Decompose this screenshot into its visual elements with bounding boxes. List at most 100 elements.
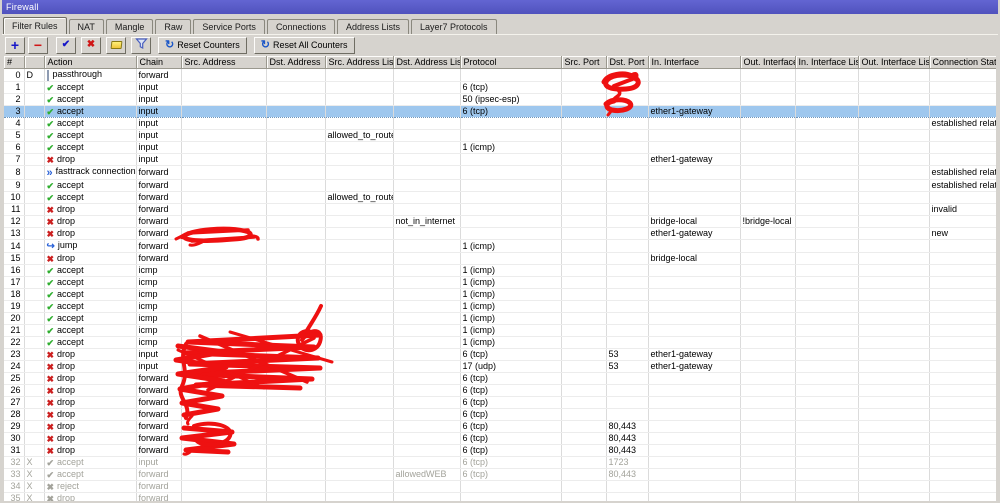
- add-button[interactable]: +: [5, 37, 25, 54]
- table-row[interactable]: 3✔acceptinput6 (tcp)ether1-gateway: [4, 105, 996, 117]
- cell-dstlist: [393, 191, 460, 203]
- tab-raw[interactable]: Raw: [155, 19, 191, 34]
- cell-connstate: [929, 384, 996, 396]
- table-row[interactable]: 1✔acceptinput6 (tcp): [4, 81, 996, 93]
- table-row[interactable]: 30✖dropforward6 (tcp)80,443: [4, 432, 996, 444]
- table-row[interactable]: 28✖dropforward6 (tcp): [4, 408, 996, 420]
- table-row[interactable]: 16✔accepticmp1 (icmp): [4, 264, 996, 276]
- cell-outiflist: [858, 179, 929, 191]
- column-header-action[interactable]: Action: [44, 56, 136, 68]
- reset-all-counters-button[interactable]: ↻ Reset All Counters: [254, 37, 355, 54]
- cell-dst: [266, 288, 325, 300]
- column-header-src-port[interactable]: Src. Port: [561, 56, 606, 68]
- disable-button[interactable]: ✖: [81, 37, 101, 54]
- cell-iniflist: [795, 324, 858, 336]
- column-header-dst-port[interactable]: Dst. Port: [606, 56, 648, 68]
- cell-dstlist: [393, 300, 460, 312]
- tab-filter-rules[interactable]: Filter Rules: [3, 17, 67, 34]
- cell-srcport: [561, 117, 606, 129]
- table-row[interactable]: 13✖dropforwardether1-gatewaynew: [4, 227, 996, 239]
- table-row[interactable]: 35X✖dropforward: [4, 492, 996, 501]
- cell-flag: [24, 141, 44, 153]
- table-row[interactable]: 0Dpassthroughforward: [4, 68, 996, 81]
- cell-inif: [648, 203, 740, 215]
- column-header-src-address-list[interactable]: Src. Address List: [325, 56, 393, 68]
- table-row[interactable]: 9✔acceptforwardestablished related: [4, 179, 996, 191]
- cell-connstate: established related: [929, 165, 996, 179]
- table-row[interactable]: 4✔acceptinputestablished related: [4, 117, 996, 129]
- cell-outiflist: [858, 165, 929, 179]
- cell-chain: input: [136, 153, 181, 165]
- cell-num: 8: [4, 165, 24, 179]
- cell-inif: [648, 165, 740, 179]
- firewall-rules-table: #ActionChainSrc. AddressDst. AddressSrc.…: [4, 56, 996, 501]
- table-row[interactable]: 17✔accepticmp1 (icmp): [4, 276, 996, 288]
- table-row[interactable]: 11✖dropforwardinvalid: [4, 203, 996, 215]
- table-row[interactable]: 33X✔acceptforwardallowedWEB6 (tcp)80,443: [4, 468, 996, 480]
- cell-dstlist: [393, 396, 460, 408]
- cell-proto: 1 (icmp): [460, 300, 561, 312]
- column-header-protocol[interactable]: Protocol: [460, 56, 561, 68]
- cell-outiflist: [858, 153, 929, 165]
- column-header-[interactable]: #: [4, 56, 24, 68]
- table-row[interactable]: 23✖dropinput6 (tcp)53ether1-gateway: [4, 348, 996, 360]
- cell-inif: [648, 432, 740, 444]
- remove-button[interactable]: −: [28, 37, 48, 54]
- cell-chain: forward: [136, 480, 181, 492]
- table-row[interactable]: 26✖dropforward6 (tcp): [4, 384, 996, 396]
- table-row[interactable]: 8»fasttrack connectionforwardestablished…: [4, 165, 996, 179]
- column-header-flag[interactable]: [24, 56, 44, 68]
- table-row[interactable]: 27✖dropforward6 (tcp): [4, 396, 996, 408]
- column-header-chain[interactable]: Chain: [136, 56, 181, 68]
- cell-outif: [740, 468, 795, 480]
- cell-dstport: [606, 117, 648, 129]
- cell-outif: [740, 141, 795, 153]
- table-row[interactable]: 19✔accepticmp1 (icmp): [4, 300, 996, 312]
- table-row[interactable]: 24✖dropinput17 (udp)53ether1-gateway: [4, 360, 996, 372]
- cell-inif: [648, 68, 740, 81]
- tab-connections[interactable]: Connections: [267, 19, 335, 34]
- column-header-connection-state[interactable]: Connection State: [929, 56, 996, 68]
- tab-layer7-protocols[interactable]: Layer7 Protocols: [411, 19, 497, 34]
- cell-flag: [24, 105, 44, 117]
- column-header-in-interface[interactable]: In. Interface: [648, 56, 740, 68]
- table-row[interactable]: 34X✖rejectforward: [4, 480, 996, 492]
- cell-flag: D: [24, 68, 44, 81]
- table-row[interactable]: 10✔acceptforwardallowed_to_router: [4, 191, 996, 203]
- table-row[interactable]: 7✖dropinputether1-gateway: [4, 153, 996, 165]
- table-row[interactable]: 29✖dropforward6 (tcp)80,443: [4, 420, 996, 432]
- table-row[interactable]: 5✔acceptinputallowed_to_router: [4, 129, 996, 141]
- table-row[interactable]: 32X✔acceptinput6 (tcp)1723: [4, 456, 996, 468]
- tab-mangle[interactable]: Mangle: [106, 19, 154, 34]
- tab-nat[interactable]: NAT: [69, 19, 104, 34]
- table-row[interactable]: 22✔accepticmp1 (icmp): [4, 336, 996, 348]
- table-row[interactable]: 14↪jumpforward1 (icmp): [4, 239, 996, 252]
- cell-srclist: [325, 384, 393, 396]
- column-header-out-interface[interactable]: Out. Interface: [740, 56, 795, 68]
- table-row[interactable]: 6✔acceptinput1 (icmp): [4, 141, 996, 153]
- filter-button[interactable]: [131, 37, 151, 54]
- table-row[interactable]: 15✖dropforwardbridge-local: [4, 252, 996, 264]
- column-header-dst-address[interactable]: Dst. Address: [266, 56, 325, 68]
- column-header-in-interface-list[interactable]: In. Interface List: [795, 56, 858, 68]
- table-row[interactable]: 20✔accepticmp1 (icmp): [4, 312, 996, 324]
- table-row[interactable]: 2✔acceptinput50 (ipsec-esp): [4, 93, 996, 105]
- column-header-dst-address-list[interactable]: Dst. Address List: [393, 56, 460, 68]
- table-row[interactable]: 18✔accepticmp1 (icmp): [4, 288, 996, 300]
- tab-address-lists[interactable]: Address Lists: [337, 19, 409, 34]
- table-row[interactable]: 12✖dropforwardnot_in_internetbridge-loca…: [4, 215, 996, 227]
- window-titlebar[interactable]: Firewall: [2, 0, 998, 14]
- plus-icon: +: [11, 38, 19, 52]
- cell-srcport: [561, 372, 606, 384]
- tab-service-ports[interactable]: Service Ports: [193, 19, 265, 34]
- column-header-src-address[interactable]: Src. Address: [181, 56, 266, 68]
- table-row[interactable]: 31✖dropforward6 (tcp)80,443: [4, 444, 996, 456]
- cell-proto: [460, 117, 561, 129]
- table-row[interactable]: 25✖dropforward6 (tcp): [4, 372, 996, 384]
- enable-button[interactable]: ✔: [56, 37, 76, 54]
- reset-counters-button[interactable]: ↻ Reset Counters: [158, 37, 247, 54]
- column-header-out-interface-list[interactable]: Out. Interface List: [858, 56, 929, 68]
- cell-action: ✖drop: [44, 252, 136, 264]
- comment-button[interactable]: [106, 37, 126, 54]
- table-row[interactable]: 21✔accepticmp1 (icmp): [4, 324, 996, 336]
